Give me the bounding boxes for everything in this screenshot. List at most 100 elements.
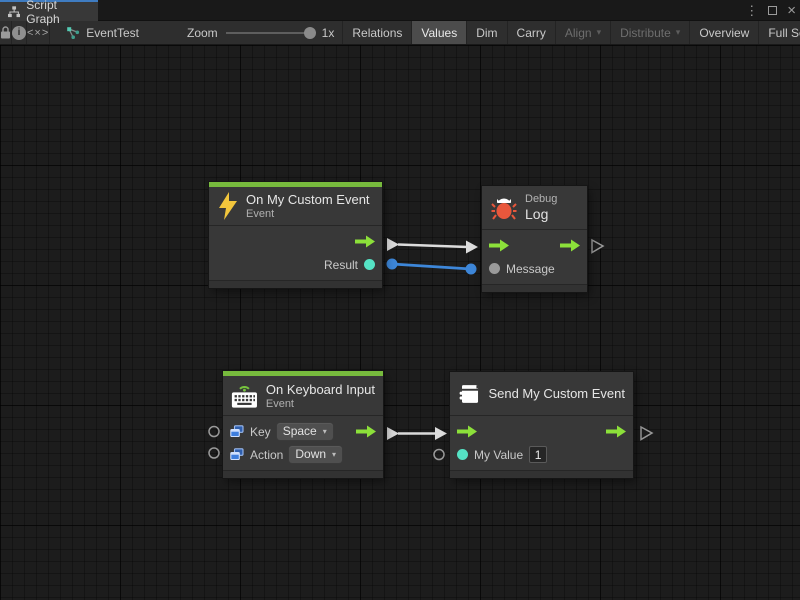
external-port-send-exit[interactable] bbox=[641, 427, 652, 440]
button-label: Carry bbox=[517, 26, 546, 40]
value-input-port-icon[interactable] bbox=[489, 263, 500, 274]
button-label: Distribute bbox=[620, 26, 671, 40]
node-title: Send My Custom Event bbox=[488, 386, 625, 401]
external-port-key[interactable] bbox=[209, 427, 219, 437]
node-header[interactable]: Send My Custom Event bbox=[450, 372, 633, 416]
button-label: Overview bbox=[699, 26, 749, 40]
node-on-my-custom-event[interactable]: On My Custom Event Event Result bbox=[209, 182, 382, 288]
graph-canvas[interactable]: On My Custom Event Event Result bbox=[0, 45, 800, 600]
node-debug-log[interactable]: Debug Log Message bbox=[482, 186, 587, 292]
port-row-result: Result bbox=[209, 253, 382, 276]
node-title: On Keyboard Input bbox=[266, 382, 375, 397]
button-label: Dim bbox=[476, 26, 497, 40]
port-row-action: Action Down ▾ bbox=[223, 443, 383, 466]
chevron-down-icon: ▾ bbox=[323, 427, 327, 436]
toolbar-button-distribute[interactable]: Distribute ▾ bbox=[611, 21, 690, 44]
node-title: Log bbox=[525, 206, 557, 222]
key-dropdown[interactable]: Space ▾ bbox=[277, 423, 333, 440]
value-input-port-icon[interactable] bbox=[457, 449, 468, 460]
external-port-action[interactable] bbox=[209, 448, 219, 458]
lock-icon bbox=[0, 26, 11, 39]
node-subtitle: Event bbox=[266, 398, 375, 410]
zoom-slider[interactable] bbox=[226, 32, 314, 34]
zoom-label: Zoom bbox=[187, 26, 218, 40]
toolbar-gap bbox=[145, 21, 179, 44]
action-dropdown[interactable]: Down ▾ bbox=[289, 446, 342, 463]
port-label-my-value: My Value bbox=[474, 448, 523, 462]
maximize-icon[interactable] bbox=[768, 6, 777, 15]
port-label-key: Key bbox=[250, 425, 271, 439]
node-header[interactable]: Debug Log bbox=[482, 186, 587, 230]
my-value-input[interactable] bbox=[529, 446, 547, 463]
button-label: Values bbox=[421, 26, 457, 40]
window-menu-icon[interactable]: ⋮ bbox=[745, 0, 758, 21]
info-icon: i bbox=[12, 26, 26, 40]
graph-hierarchy-icon bbox=[8, 6, 20, 18]
port-row-key: Key Space ▾ bbox=[223, 420, 383, 443]
node-send-my-custom-event[interactable]: Send My Custom Event My Value bbox=[450, 372, 633, 478]
bug-icon bbox=[491, 195, 517, 221]
code-icon: <×> bbox=[27, 27, 49, 39]
control-input-port-icon[interactable] bbox=[489, 239, 509, 252]
port-label-action: Action bbox=[250, 448, 283, 462]
control-input-port-icon[interactable] bbox=[457, 425, 477, 438]
node-category: Debug bbox=[525, 193, 557, 205]
graph-toolbar: i <×> EventTest Zoom 1x Relations bbox=[0, 21, 800, 45]
keyboard-icon bbox=[231, 382, 258, 410]
node-header[interactable]: On Keyboard Input Event bbox=[223, 376, 383, 416]
window-controls: ⋮ × bbox=[745, 0, 796, 21]
toolbar-button-dim[interactable]: Dim bbox=[467, 21, 507, 44]
port-label-message: Message bbox=[506, 262, 555, 276]
port-row-control bbox=[482, 234, 587, 257]
wires-layer bbox=[0, 45, 800, 600]
control-output-port-icon[interactable] bbox=[356, 425, 376, 438]
button-label: Relations bbox=[352, 26, 402, 40]
chevron-down-icon: ▾ bbox=[332, 450, 336, 459]
control-output-port-icon[interactable] bbox=[355, 235, 375, 248]
key-dropdown-value: Space bbox=[283, 424, 317, 438]
node-footer bbox=[223, 470, 383, 478]
toolbar-button-overview[interactable]: Overview bbox=[690, 21, 759, 44]
zoom-level: 1x bbox=[322, 26, 335, 40]
lock-button[interactable] bbox=[0, 21, 12, 44]
control-output-port-icon[interactable] bbox=[560, 239, 580, 252]
node-subtitle: Event bbox=[246, 208, 370, 220]
toolbar-button-align[interactable]: Align ▾ bbox=[556, 21, 611, 44]
control-wire-keyboard-to-send bbox=[387, 427, 447, 440]
node-header[interactable]: On My Custom Event Event bbox=[209, 187, 382, 226]
toolbar-button-carry[interactable]: Carry bbox=[508, 21, 556, 44]
node-footer bbox=[450, 470, 633, 478]
close-icon[interactable]: × bbox=[787, 0, 796, 21]
zoom-slider-handle[interactable] bbox=[304, 27, 316, 39]
port-row-control bbox=[450, 420, 633, 443]
node-on-keyboard-input[interactable]: On Keyboard Input Event Key Space ▾ bbox=[223, 371, 383, 478]
toolbar-button-relations[interactable]: Relations bbox=[343, 21, 412, 44]
graph-asset-icon bbox=[66, 26, 80, 40]
object-windows-icon bbox=[230, 448, 244, 461]
node-body: My Value bbox=[450, 416, 633, 470]
value-output-port-icon[interactable] bbox=[364, 259, 375, 270]
node-body: Message bbox=[482, 230, 587, 284]
tab-script-graph[interactable]: Script Graph bbox=[0, 0, 98, 21]
graph-name: EventTest bbox=[86, 26, 139, 40]
external-port-log-exit[interactable] bbox=[592, 240, 603, 253]
chevron-down-icon: ▾ bbox=[676, 27, 681, 38]
chevron-down-icon: ▾ bbox=[597, 27, 602, 38]
unit-machine-icon bbox=[458, 381, 480, 407]
node-body: Key Space ▾ Action bbox=[223, 416, 383, 470]
external-port-my-value[interactable] bbox=[434, 450, 444, 460]
zoom-control: Zoom 1x bbox=[179, 21, 343, 44]
inspect-button[interactable]: i bbox=[12, 21, 27, 44]
control-output-port-icon[interactable] bbox=[606, 425, 626, 438]
script-graph-window: Script Graph ⋮ × i <×> bbox=[0, 0, 800, 600]
port-row-my-value: My Value bbox=[450, 443, 633, 466]
lightning-bolt-icon bbox=[218, 192, 238, 220]
button-label: Align bbox=[565, 26, 592, 40]
tab-label: Script Graph bbox=[26, 0, 90, 26]
port-label-result: Result bbox=[324, 258, 358, 272]
toolbar-button-fullscreen[interactable]: Full Screen bbox=[759, 21, 800, 44]
toolbar-button-values[interactable]: Values bbox=[412, 21, 467, 44]
node-body: Result bbox=[209, 226, 382, 280]
node-title: On My Custom Event bbox=[246, 192, 370, 207]
action-dropdown-value: Down bbox=[295, 447, 326, 461]
